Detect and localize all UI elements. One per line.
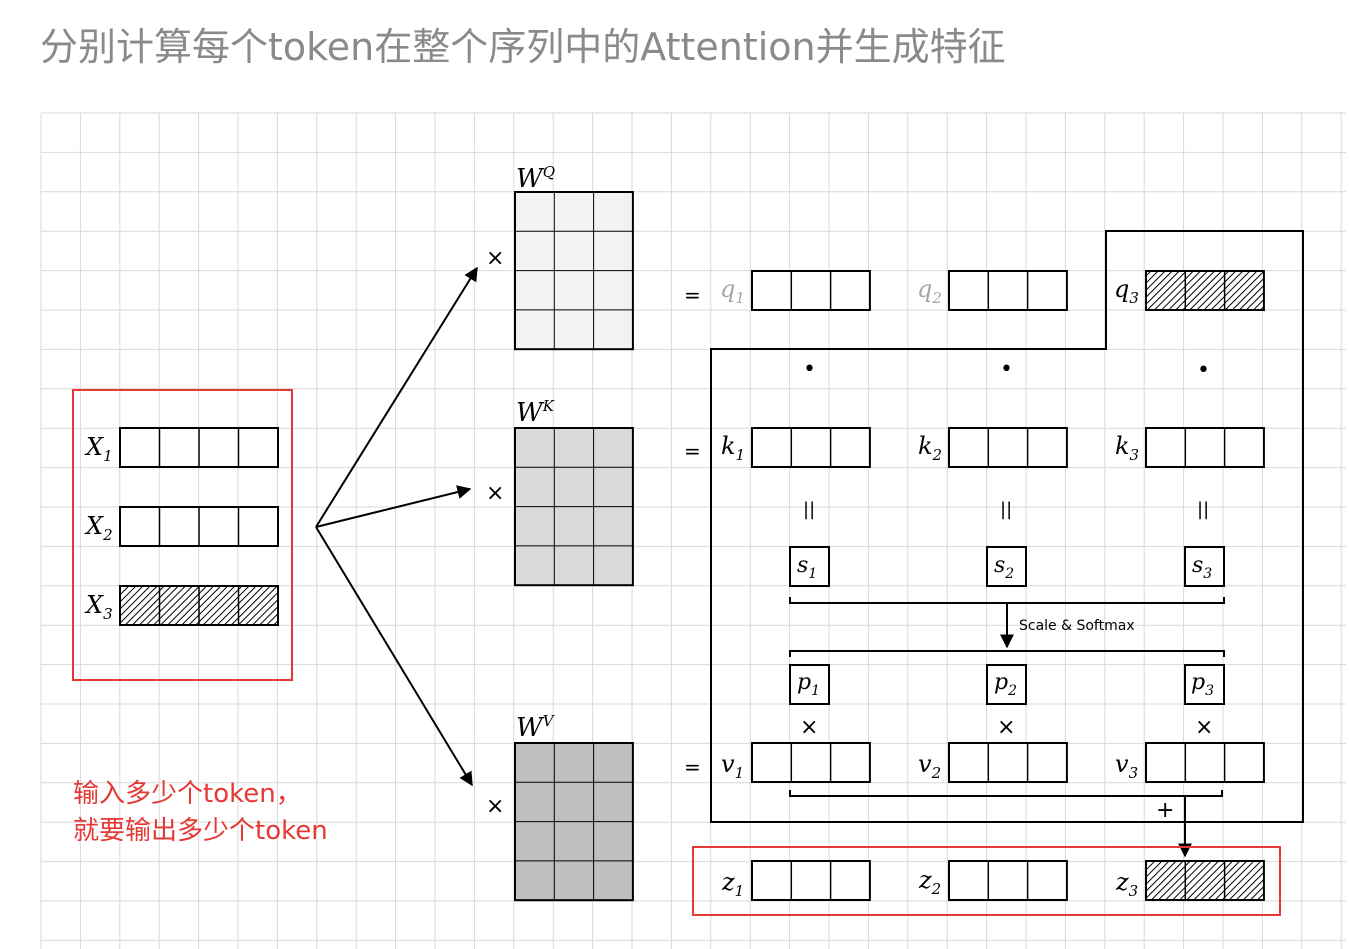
equals-vertical-1: || bbox=[803, 499, 815, 520]
q2-vector bbox=[948, 270, 1068, 311]
vector-frame bbox=[751, 860, 871, 901]
probability-row: p1 p2 p3 bbox=[789, 664, 1225, 705]
vector-frame bbox=[948, 860, 1068, 901]
times-1: × bbox=[800, 715, 818, 740]
sum-bracket bbox=[789, 790, 1223, 797]
input-label-x1: X1 bbox=[84, 433, 113, 465]
note-line-2: 就要输出多少个token bbox=[73, 816, 328, 846]
v1-label: v1 bbox=[721, 750, 744, 782]
times-2: × bbox=[997, 715, 1015, 740]
wq-multiply-sign: × bbox=[486, 246, 504, 271]
key-row: = k1 k2 k3 bbox=[684, 427, 1265, 468]
k1-label: k1 bbox=[721, 432, 745, 464]
dot-2: • bbox=[1000, 357, 1013, 382]
input-vector-x3 bbox=[119, 585, 279, 626]
dot-1: • bbox=[803, 357, 816, 382]
wk-matrix-grid bbox=[514, 427, 634, 587]
arrow-to-wv bbox=[315, 526, 473, 787]
projection-arrows bbox=[315, 266, 478, 787]
softmax-label: Scale & Softmax bbox=[1019, 618, 1135, 634]
q1-vector bbox=[751, 270, 871, 311]
score-bracket bbox=[789, 597, 1225, 604]
v2-label: v2 bbox=[918, 750, 941, 782]
plus-sign: + bbox=[1156, 798, 1174, 823]
vector-frame bbox=[1145, 860, 1265, 901]
z2-vector bbox=[948, 860, 1068, 901]
vector-frame bbox=[948, 427, 1068, 468]
vector-frame bbox=[948, 270, 1068, 311]
z3-vector bbox=[1145, 860, 1265, 901]
input-label-x3: X3 bbox=[84, 591, 113, 623]
q3-vector bbox=[1145, 270, 1265, 311]
z1-vector bbox=[751, 860, 871, 901]
k1-vector bbox=[751, 427, 871, 468]
equals-vertical-3: || bbox=[1197, 499, 1209, 520]
weight-matrix-v: WV × bbox=[486, 712, 634, 902]
query-row: = q1 q2 q3 bbox=[684, 270, 1265, 311]
equals-vertical-2: || bbox=[1000, 499, 1012, 520]
k2-vector bbox=[948, 427, 1068, 468]
v3-label: v3 bbox=[1115, 750, 1138, 782]
softmax-brackets bbox=[789, 597, 1225, 657]
vector-frame bbox=[751, 427, 871, 468]
v2-vector bbox=[948, 742, 1068, 783]
vector-frame bbox=[1145, 742, 1265, 783]
z1-label: z1 bbox=[721, 868, 744, 900]
q-equals-sign: = bbox=[684, 283, 701, 307]
v1-vector bbox=[751, 742, 871, 783]
q2-label: q2 bbox=[917, 275, 942, 307]
v-equals-sign: = bbox=[684, 755, 701, 779]
wv-label: WV bbox=[516, 712, 556, 743]
q1-label: q1 bbox=[720, 275, 745, 307]
dot-product-signs: • • • bbox=[803, 357, 1210, 383]
z3-label: z3 bbox=[1115, 868, 1138, 900]
value-row: = v1 v2 v3 bbox=[684, 742, 1265, 783]
vector-frame bbox=[751, 270, 871, 311]
prob-bracket bbox=[789, 650, 1225, 657]
wk-label: WK bbox=[516, 397, 555, 428]
k3-label: k3 bbox=[1115, 432, 1139, 464]
times-3: × bbox=[1195, 715, 1213, 740]
weighting-multiply-signs: × × × bbox=[800, 715, 1213, 740]
wk-multiply-sign: × bbox=[486, 481, 504, 506]
vector-frame bbox=[948, 742, 1068, 783]
k3-vector bbox=[1145, 427, 1265, 468]
arrow-to-wq bbox=[315, 266, 478, 528]
v3-vector bbox=[1145, 742, 1265, 783]
vector-frame bbox=[1145, 270, 1265, 311]
wq-matrix-grid bbox=[514, 191, 634, 351]
input-tokens: X1 X2 X3 bbox=[84, 427, 279, 626]
dot-3: • bbox=[1197, 358, 1210, 383]
note-line-1: 输入多少个token， bbox=[73, 779, 302, 809]
output-row: z1 z2 z3 bbox=[721, 860, 1265, 901]
k-equals-sign: = bbox=[684, 439, 701, 463]
note: 输入多少个token， 就要输出多少个token bbox=[73, 779, 328, 846]
score-row: s1 s2 s3 bbox=[789, 546, 1225, 587]
wv-matrix-grid bbox=[514, 742, 634, 902]
input-vector-x1 bbox=[119, 427, 279, 468]
arrow-to-wk bbox=[315, 485, 472, 528]
wv-multiply-sign: × bbox=[486, 794, 504, 819]
weight-matrix-q: WQ × bbox=[486, 163, 634, 351]
attention-diagram: X1 X2 X3 WQ × WK × WV × = q1 q2 q3 • • •… bbox=[40, 112, 1346, 949]
input-vector-x2 bbox=[119, 506, 279, 547]
vector-frame bbox=[751, 742, 871, 783]
input-label-x2: X2 bbox=[84, 512, 113, 544]
weight-matrix-k: WK × bbox=[486, 397, 634, 587]
score-equals-signs: || || || bbox=[803, 499, 1209, 520]
q3-label: q3 bbox=[1114, 275, 1139, 307]
vector-frame bbox=[1145, 427, 1265, 468]
k2-label: k2 bbox=[918, 432, 942, 464]
wq-label: WQ bbox=[516, 163, 555, 194]
z2-label: z2 bbox=[918, 866, 941, 898]
